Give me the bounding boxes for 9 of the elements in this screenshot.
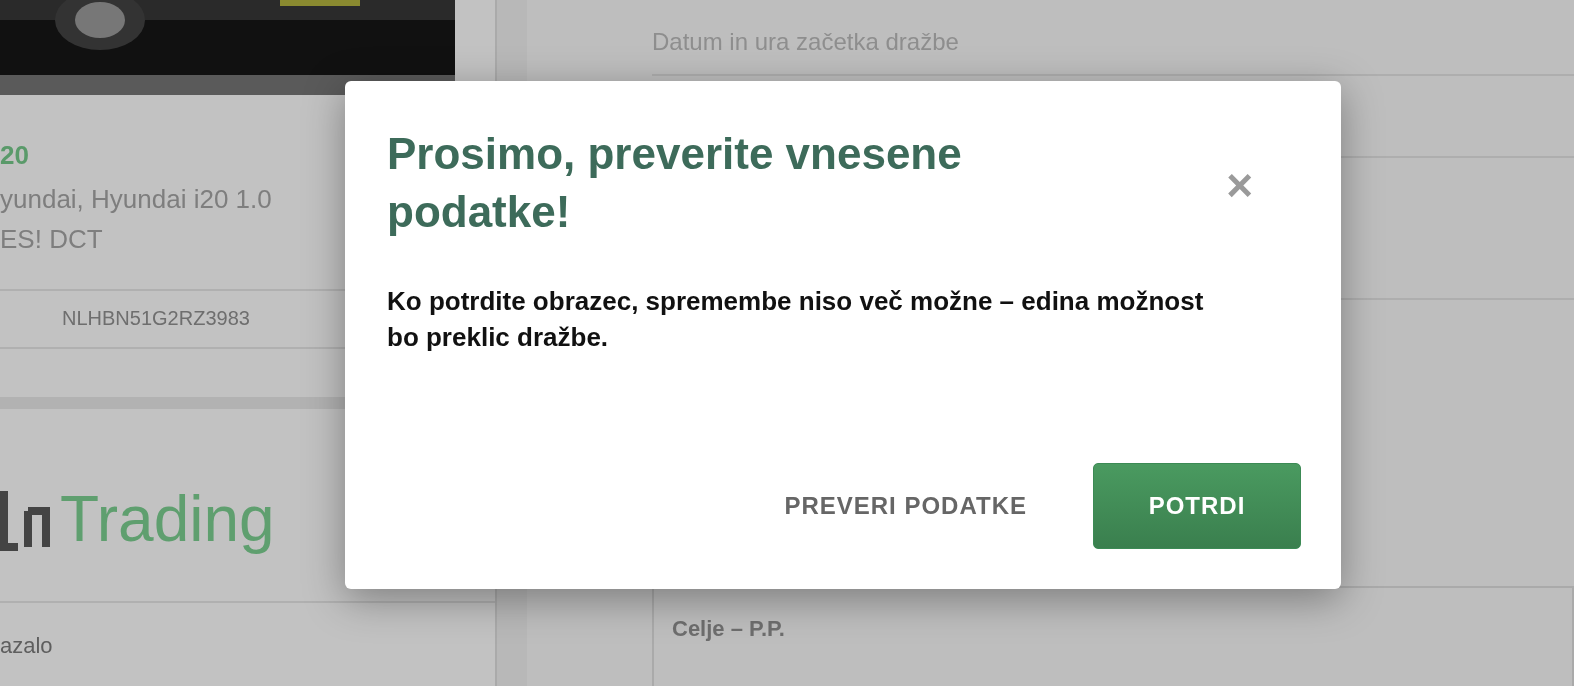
vehicle-description: ES! DCT (0, 223, 104, 256)
confirm-button[interactable]: POTRDI (1093, 463, 1301, 549)
dialog-message: Ko potrdite obrazec, spremembe niso več možne – edina možnost bo preklic dražbe. (387, 285, 1205, 354)
dialog-title: Prosimo, preverite vnesene podatke! (387, 128, 963, 238)
footer-text: azalo (0, 633, 54, 659)
logo-icon (0, 491, 50, 551)
review-button[interactable]: PREVERI PODATKE (784, 492, 1027, 520)
vin-text: NLHBN51G2RZ3983 (62, 307, 250, 329)
close-button[interactable]: × (1226, 165, 1301, 205)
